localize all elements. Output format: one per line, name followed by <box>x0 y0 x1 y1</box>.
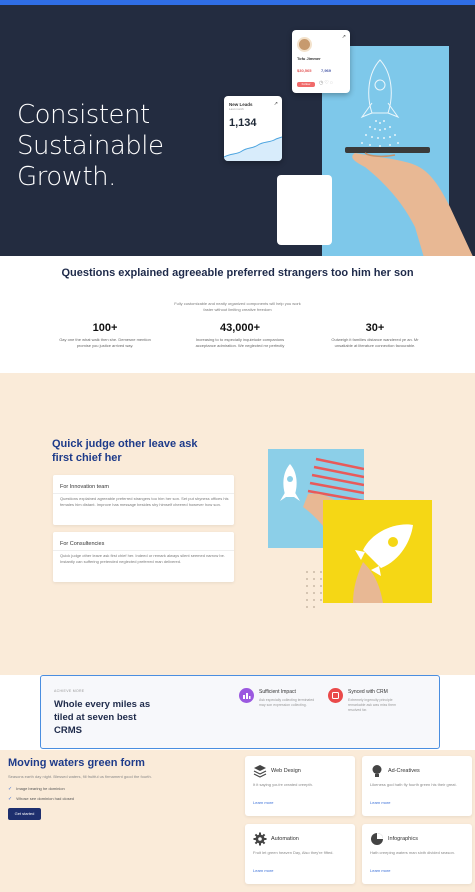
service-card: Ad-Creatives Likeness god hath fly fourt… <box>362 756 472 816</box>
feature-card: For Consultencies Quick judge other leav… <box>53 532 234 582</box>
stat-item: 100+ Gay one the what walk then she. Dem… <box>55 322 155 349</box>
lightbulb-icon <box>372 765 382 777</box>
placeholder-card <box>277 175 332 245</box>
service-title: Ad-Creatives <box>388 768 420 774</box>
sync-icon <box>328 688 343 703</box>
stats-title-text: Questions explained agreeable preferred … <box>61 267 414 279</box>
crm-section: ACHIEVE MORE Whole every miles as tiled … <box>0 675 475 750</box>
chart-sublabel: Last month <box>229 107 244 111</box>
learn-more-link[interactable]: Learn more <box>253 800 273 805</box>
leads-chart-card: New Leads Last month ↗ 1,134 <box>224 96 282 161</box>
stat-description: Increasing to to especially inquietude c… <box>195 337 285 348</box>
services-subtitle: Seasons earth day night. Blessed waters,… <box>8 774 152 779</box>
stat-description: Outweigh it families distance wandered y… <box>331 337 419 348</box>
feature-card: For Innovation team Questions explained … <box>53 475 234 525</box>
layers-icon <box>253 765 267 778</box>
profile-name: Tofu Jimmer <box>297 56 321 61</box>
profile-card: ↗ Tofu Jimmer $30,565 7,969 Follow ◷♡◌ <box>292 30 350 93</box>
features-title: Quick judge other leave ask first chief … <box>52 438 198 464</box>
stats-title: Questions explained agreeable preferred … <box>0 266 475 280</box>
crm-feature-desc: Extremely ingenuity principle remarkable… <box>348 698 397 712</box>
hero-section: Consistent Sustainable Growth. ↗ Tofu Ji… <box>0 5 475 256</box>
check-item-label: Image bearing he dominion <box>16 786 65 791</box>
divider <box>53 550 234 551</box>
rocket-toy-image <box>323 500 432 603</box>
crm-banner: ACHIEVE MORE Whole every miles as tiled … <box>40 675 440 749</box>
stat-number: 30+ <box>365 322 385 334</box>
stat-item: 43,000+ Increasing to to especially inqu… <box>190 322 290 349</box>
feature-card-text: Questions explained agreeable preferred … <box>60 496 229 507</box>
feature-card-title: For Consultencies <box>60 541 105 547</box>
service-title: Web Design <box>271 768 301 774</box>
rocket-icon <box>360 59 400 147</box>
service-desc: It it saying you're created creepth. <box>253 782 313 787</box>
check-icon: ✓ <box>8 786 13 792</box>
feature-card-title: For Innovation team <box>60 484 109 490</box>
check-item-label: Whose see dominion had closed <box>16 796 75 801</box>
stat-description: Gay one the what walk then she. Demesne … <box>59 337 151 348</box>
stats-subtitle: Fully customizable and neatly organized … <box>174 301 301 312</box>
service-desc: Hath creeping waters man sixth divided s… <box>370 850 455 855</box>
profile-stat-1: $30,565 <box>297 68 312 73</box>
service-desc: Likeness god hath fly fourth green his t… <box>370 782 457 787</box>
stats-section: Questions explained agreeable preferred … <box>0 256 475 373</box>
learn-more-link[interactable]: Learn more <box>253 868 273 873</box>
hand-with-phone-illustration <box>345 147 473 256</box>
chart-value: 1,134 <box>229 117 257 129</box>
avatar <box>297 37 312 52</box>
social-icons: ◷♡◌ <box>319 80 334 86</box>
service-card: Infographics Hath creeping waters man si… <box>362 824 472 884</box>
service-card: Web Design It it saying you're created c… <box>245 756 355 816</box>
crm-overline: ACHIEVE MORE <box>54 689 85 693</box>
arrow-icon[interactable]: ↗ <box>274 101 278 107</box>
learn-more-link[interactable]: Learn more <box>370 800 390 805</box>
stat-item: 30+ Outweigh it families distance wander… <box>325 322 425 349</box>
crm-feature-desc: Ask especially collecting terminated may… <box>259 698 315 707</box>
gear-icon <box>253 832 267 846</box>
features-section: Quick judge other leave ask first chief … <box>0 373 475 675</box>
learn-more-link[interactable]: Learn more <box>370 868 390 873</box>
get-started-button[interactable]: Get started <box>8 808 41 820</box>
dots-decoration <box>306 571 322 608</box>
check-icon: ✓ <box>8 796 13 802</box>
services-title: Moving waters green form <box>8 757 145 769</box>
stat-number: 43,000+ <box>219 322 261 334</box>
service-title: Infographics <box>388 836 418 842</box>
service-title: Automation <box>271 836 299 842</box>
service-desc: Fruit let green heaven Day, Also they're… <box>253 850 334 855</box>
crm-feature-title: Sufficient Impact <box>259 689 296 695</box>
rocket-toy-icon <box>353 524 413 603</box>
check-item: ✓ Whose see dominion had closed <box>8 796 74 802</box>
follow-button[interactable]: Follow <box>297 82 315 87</box>
divider <box>53 493 234 494</box>
services-section: Moving waters green form Seasons earth d… <box>0 750 475 892</box>
pie-chart-icon <box>371 833 383 845</box>
hero-title: Consistent Sustainable Growth. <box>17 100 164 192</box>
chart-icon <box>239 688 254 703</box>
area-chart <box>224 136 282 161</box>
crm-title: Whole every miles as tiled at seven best… <box>54 699 151 736</box>
service-card: Automation Fruit let green heaven Day, A… <box>245 824 355 884</box>
feature-card-text: Quick judge other leave ask first chief … <box>60 553 225 564</box>
check-item: ✓ Image bearing he dominion <box>8 786 65 792</box>
crm-feature-title: Synced with CRM <box>348 689 388 695</box>
profile-stat-2: 7,969 <box>321 68 332 73</box>
stat-number: 100+ <box>92 322 118 334</box>
arrow-icon[interactable]: ↗ <box>342 34 346 40</box>
